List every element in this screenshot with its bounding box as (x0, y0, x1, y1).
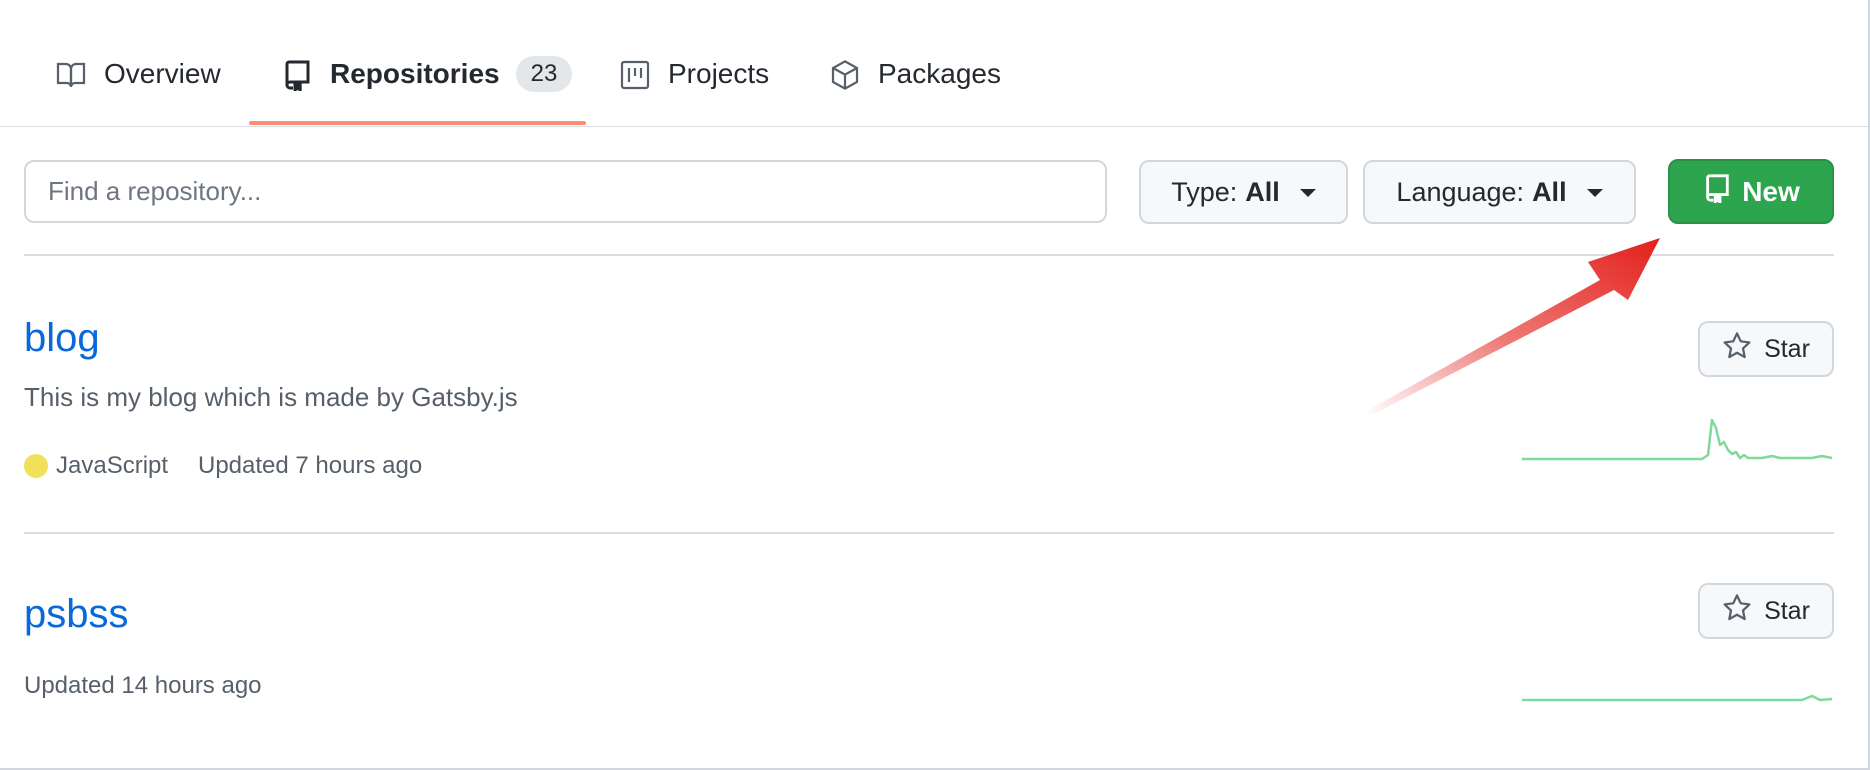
repo-language: JavaScript (24, 452, 168, 480)
repo-icon (280, 58, 314, 92)
repo-name-link[interactable]: blog (24, 316, 100, 361)
repo-icon (1702, 173, 1732, 210)
profile-tabs: Overview Repositories 23 Projects Packag… (0, 0, 1868, 127)
tab-overview[interactable]: Overview (54, 44, 221, 124)
package-icon (828, 58, 862, 92)
type-filter-dropdown[interactable]: Type: All (1139, 160, 1348, 224)
star-button[interactable]: Star (1698, 583, 1834, 639)
find-repository-input[interactable] (24, 160, 1107, 223)
language-filter-label: Language: (1396, 176, 1525, 207)
caret-down-icon (1586, 189, 1603, 197)
repo-updated: Updated 7 hours ago (198, 452, 423, 479)
tab-label: Overview (104, 58, 221, 89)
repo-count-badge: 23 (515, 56, 573, 92)
repo-description: This is my blog which is made by Gatsby.… (24, 382, 518, 412)
tab-label: Packages (878, 58, 1001, 89)
star-label: Star (1764, 596, 1810, 625)
new-repository-button[interactable]: New (1668, 159, 1834, 224)
language-color-dot (24, 454, 48, 478)
tab-label: Repositories (330, 58, 500, 89)
star-label: Star (1764, 334, 1810, 363)
star-button[interactable]: Star (1698, 321, 1834, 377)
caret-down-icon (1299, 189, 1316, 197)
selected-tab-underline (249, 121, 586, 125)
language-name: JavaScript (56, 452, 169, 479)
activity-sparkline (1522, 694, 1832, 702)
star-icon (1722, 331, 1752, 368)
new-button-label: New (1742, 175, 1800, 207)
language-filter-dropdown[interactable]: Language: All (1363, 160, 1636, 224)
tab-packages[interactable]: Packages (828, 44, 1001, 124)
type-filter-label: Type: (1171, 176, 1238, 207)
repo-updated: Updated 14 hours ago (24, 672, 262, 699)
tab-projects[interactable]: Projects (618, 44, 769, 124)
tab-repositories[interactable]: Repositories 23 (280, 44, 573, 124)
repo-name-link[interactable]: psbss (24, 592, 129, 637)
type-filter-value: All (1245, 176, 1280, 207)
tab-label: Projects (668, 58, 770, 89)
project-icon (618, 58, 652, 92)
divider (24, 254, 1834, 256)
language-filter-value: All (1532, 176, 1567, 207)
book-icon (54, 58, 88, 92)
star-icon (1722, 593, 1752, 630)
activity-sparkline (1522, 418, 1832, 461)
divider (24, 532, 1834, 534)
